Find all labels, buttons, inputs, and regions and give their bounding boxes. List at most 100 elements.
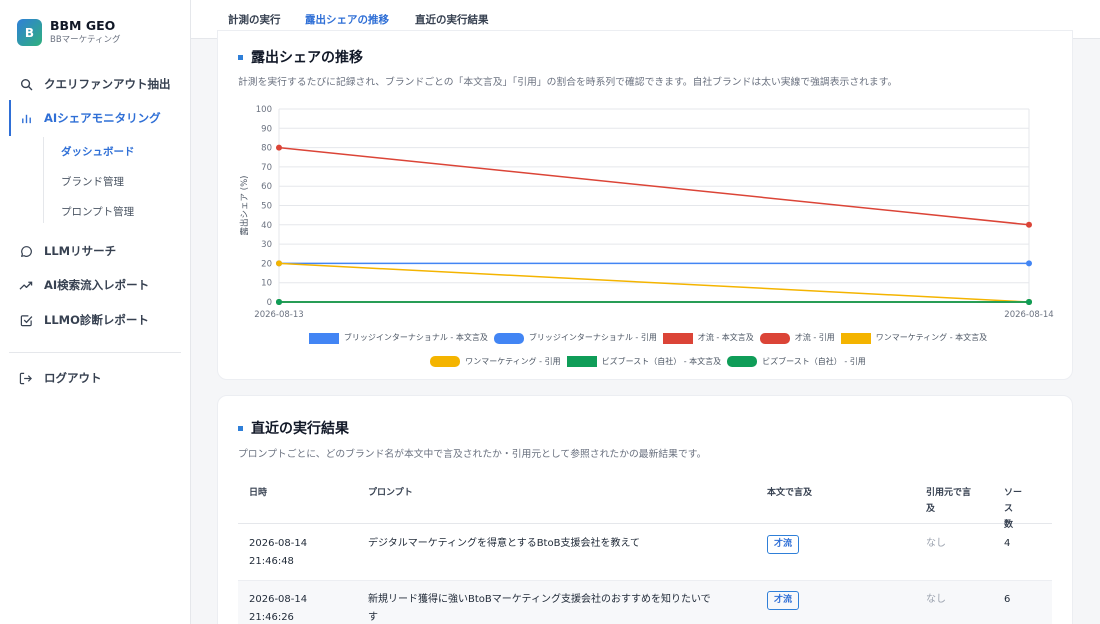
row-date: 2026-08-14 [249,594,308,605]
legend-label: ワンマーケティング - 引用 [465,356,561,366]
y-tick-label: 90 [261,124,272,134]
sidebar-item-label: AIシェアモニタリング [44,111,161,125]
legend-label: ワンマーケティング - 本文言及 [875,333,988,342]
column-header-cited-line1: 引用元で言 [926,488,972,498]
sidebar-item-label: LLMリサーチ [44,244,117,258]
sidebar: B BBM GEO BBマーケティング クエリファンアウト抽出 AIシェアモニタ… [0,0,191,624]
row-cited: なし [926,594,946,605]
y-tick-label: 10 [261,279,272,289]
row-time: 21:46:48 [249,556,294,567]
series-point [276,144,282,151]
legend-item[interactable]: ビズブースト（自社） - 本文言及 [566,352,722,372]
exposure-share-chart: 0 10 20 30 40 50 60 70 80 90 100 2026-08-13 2026-08-… [239,105,1054,320]
series-point [1026,221,1032,228]
bar-chart-icon [19,111,33,125]
brand-subtitle: BBマーケティング [50,35,121,45]
sidebar-item-ai-search-report[interactable]: AI検索流入レポート [0,272,190,298]
series-point [1026,260,1032,267]
y-tick-label: 100 [256,105,272,115]
title-marker [238,425,243,431]
legend-swatch [493,332,524,344]
legend-item[interactable]: ブリッジインターナショナル - 引用 [493,328,657,348]
trend-up-icon [19,278,33,292]
row-cited: なし [926,538,946,549]
column-header-sources-line2: ス [1004,504,1014,514]
row-mention: 才流 [767,591,800,610]
y-axis-label: 露出シェア (%) [239,176,250,236]
row-datetime: 2026-08-14 21:46:26 [249,591,307,624]
logout-button[interactable]: ログアウト [0,365,190,391]
row-prompt: デジタルマーケティングを得意とするBtoB支援会社を教えて [368,538,640,549]
legend-swatch [566,356,597,367]
legend-swatch [308,332,339,344]
search-icon [19,77,33,91]
sidebar-item-label: クエリファンアウト抽出 [44,77,171,91]
series-point [276,299,282,305]
row-date: 2026-08-14 [249,538,308,549]
sidebar-divider [9,352,181,353]
table-row[interactable]: 2026-08-14 21:46:26 新規リード獲得に強いBtoBマーケティン… [238,581,1052,624]
legend-label: 才流 - 本文言及 [697,333,754,342]
table-row[interactable]: 2026-08-14 21:46:48 デジタルマーケティングを得意とするBto… [238,525,1052,581]
row-prompt: 新規リード獲得に強いBtoBマーケティング支援会社のおすすめを知りたいで す [368,591,711,624]
y-tick-label: 70 [261,163,272,173]
recent-description: プロンプトごとに、どのブランド名が本文中で言及されたか・引用元として参照されたか… [238,449,707,460]
column-header-cited-line2: 及 [926,504,936,514]
y-tick-label: 30 [261,240,272,250]
y-tick-label: 60 [261,182,272,192]
legend-item[interactable]: ワンマーケティング - 本文言及 [840,328,988,348]
y-tick-label: 40 [261,221,272,231]
sidebar-subitem-prompt-management[interactable]: プロンプト管理 [61,204,134,219]
recent-results-card: 直近の実行結果 プロンプトごとに、どのブランド名が本文中で言及されたか・引用元と… [217,395,1073,624]
sidebar-item-label: LLMO診断レポート [44,313,149,327]
column-header-cited: 引用元で言 及 [926,485,971,517]
sidebar-item-ai-share-monitoring[interactable]: AIシェアモニタリング [0,100,190,136]
column-header-mention: 本文で言及 [767,488,813,498]
brand: B BBM GEO BBマーケティング [17,18,120,47]
column-header-prompt: プロンプト [368,488,413,498]
legend-item[interactable]: 才流 - 本文言及 [662,328,754,348]
submenu-guide-line [43,137,44,223]
legend-label: ビズブースト（自社） - 本文言及 [601,356,722,366]
legend-label: 才流 - 引用 [794,333,835,342]
sidebar-item-llm-research[interactable]: LLMリサーチ [0,238,190,264]
row-time: 21:46:26 [249,612,294,623]
sidebar-subitem-dashboard[interactable]: ダッシュボード [61,144,135,159]
legend-label: ブリッジインターナショナル - 引用 [528,333,657,342]
row-sources: 4 [1004,538,1011,549]
mention-badge: 才流 [767,591,800,610]
column-header-date: 日時 [249,488,268,498]
legend-item[interactable]: ワンマーケティング - 引用 [430,352,561,372]
row-prompt-line1: 新規リード獲得に強いBtoBマーケティング支援会社のおすすめを知りたいで [368,594,711,605]
table-header: 日時 プロンプト 本文で言及 引用元で言 及 ソー ス 数 [238,478,1052,530]
series-point [1026,299,1032,305]
legend-item[interactable]: ビズブースト（自社） - 引用 [727,352,866,372]
x-tick-label: 2026-08-13 [254,310,303,320]
sidebar-item-query-fanout[interactable]: クエリファンアウト抽出 [0,71,190,97]
y-tick-label: 50 [261,202,272,212]
logout-label: ログアウト [44,371,102,385]
sidebar-item-llmo-report[interactable]: LLMO診断レポート [0,307,190,333]
mention-badge: 才流 [767,535,800,554]
column-header-sources-line1: ソー [1004,488,1023,498]
chart-legend: ブリッジインターナショナル - 本文言及 ブリッジインターナショナル - 引用 才流… [258,328,1038,375]
chat-bubble-icon [19,244,33,258]
sidebar-subitem-brand-management[interactable]: ブランド管理 [61,174,124,189]
sidebar-item-label: AI検索流入レポート [44,278,150,292]
legend-label: ブリッジインターナショナル - 本文言及 [343,333,488,342]
legend-item[interactable]: 才流 - 引用 [759,328,835,348]
recent-title-text: 直近の実行結果 [251,421,349,437]
legend-item[interactable]: ブリッジインターナショナル - 本文言及 [308,328,488,348]
row-mention: 才流 [767,535,800,554]
brand-logo: B [17,19,42,46]
row-datetime: 2026-08-14 21:46:48 [249,535,307,571]
legend-label: ビズブースト（自社） - 引用 [762,356,866,366]
recent-title: 直近の実行結果 [238,418,349,438]
series-point [276,260,282,267]
x-tick-label: 2026-08-14 [1004,310,1053,320]
checkbox-icon [19,313,33,327]
legend-swatch [727,356,758,367]
legend-swatch [662,332,693,344]
logout-icon [19,371,33,385]
legend-swatch [840,332,871,344]
